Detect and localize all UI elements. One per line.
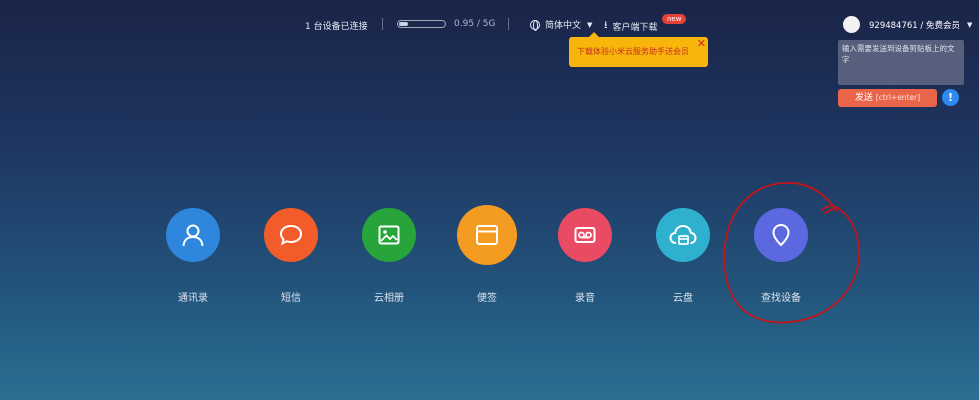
chevron-down-icon: ▼ bbox=[966, 20, 973, 29]
send-label: 发送 bbox=[854, 93, 873, 103]
storage-usage-text: 0.95 / 5G bbox=[454, 19, 496, 29]
chevron-down-icon: ▼ bbox=[587, 20, 593, 29]
app-label: 短信 bbox=[281, 293, 301, 304]
client-download-link[interactable]: ⭳ 客户端下载 bbox=[604, 18, 658, 35]
message-icon bbox=[279, 224, 303, 246]
app-cloud-drive[interactable]: 云盘 bbox=[643, 208, 723, 304]
app-icon-circle[interactable] bbox=[754, 208, 808, 262]
app-label: 云盘 bbox=[673, 293, 693, 304]
app-label: 云相册 bbox=[374, 293, 404, 304]
app-icon-circle[interactable] bbox=[166, 208, 220, 262]
divider bbox=[382, 18, 383, 30]
divider bbox=[508, 18, 509, 30]
globe-icon bbox=[530, 19, 540, 31]
app-find-device[interactable]: 查找设备 bbox=[741, 208, 821, 304]
download-tooltip: 下载体验小米云服务助手送会员 ✕ bbox=[569, 32, 708, 67]
connected-devices-text[interactable]: 1 台设备已连接 bbox=[305, 19, 368, 32]
tooltip-text: 下载体验小米云服务助手送会员 bbox=[577, 47, 689, 56]
new-badge: new bbox=[662, 14, 687, 24]
app-cloud-album[interactable]: 云相册 bbox=[349, 208, 429, 304]
storage-indicator: 0.95 / 5G bbox=[397, 19, 496, 29]
avatar[interactable] bbox=[843, 16, 860, 33]
info-icon[interactable]: ! bbox=[942, 89, 959, 106]
app-messages[interactable]: 短信 bbox=[251, 208, 331, 304]
app-icon-circle[interactable] bbox=[264, 208, 318, 262]
app-label: 查找设备 bbox=[761, 293, 801, 304]
clipboard-text-input[interactable]: 输入需要发送到设备剪贴板上的文字 bbox=[838, 40, 964, 85]
clipboard-placeholder: 输入需要发送到设备剪贴板上的文字 bbox=[842, 44, 955, 64]
notes-icon bbox=[476, 225, 498, 245]
app-icon-circle[interactable] bbox=[362, 208, 416, 262]
app-label: 通讯录 bbox=[178, 293, 208, 304]
app-label: 录音 bbox=[575, 293, 595, 304]
storage-progress-fill bbox=[399, 22, 408, 26]
close-icon[interactable]: ✕ bbox=[697, 37, 706, 50]
user-account-label: 929484761 / 免费会员 bbox=[869, 20, 960, 31]
photo-icon bbox=[378, 225, 400, 245]
app-contacts[interactable]: 通讯录 bbox=[153, 208, 233, 304]
location-pin-icon bbox=[772, 223, 790, 247]
language-selector[interactable]: 简体中文 ▼ bbox=[530, 18, 592, 31]
recorder-icon bbox=[574, 227, 596, 243]
storage-progress-bar bbox=[397, 20, 446, 28]
cloud-drive-icon bbox=[669, 224, 697, 245]
app-icon-circle[interactable] bbox=[558, 208, 612, 262]
app-notes[interactable]: 便签 bbox=[447, 205, 527, 304]
app-icon-circle[interactable] bbox=[656, 208, 710, 262]
send-button[interactable]: 发送 [ctrl+enter] bbox=[838, 89, 937, 107]
send-shortcut-hint: [ctrl+enter] bbox=[875, 93, 921, 102]
download-label: 客户端下载 bbox=[612, 23, 658, 33]
app-recorder[interactable]: 录音 bbox=[545, 208, 625, 304]
top-bar: 1 台设备已连接 0.95 / 5G 简体中文 ▼ ⭳ 客户端下载 new 下载… bbox=[0, 0, 979, 67]
hand-drawn-annotation-circle bbox=[723, 182, 860, 324]
language-label: 简体中文 bbox=[545, 21, 582, 31]
contacts-icon bbox=[182, 224, 204, 247]
user-menu[interactable]: 929484761 / 免费会员 ▼ bbox=[843, 16, 972, 33]
app-icon-circle[interactable] bbox=[457, 205, 517, 265]
app-label: 便签 bbox=[477, 293, 497, 304]
download-icon: ⭳ bbox=[604, 20, 608, 31]
